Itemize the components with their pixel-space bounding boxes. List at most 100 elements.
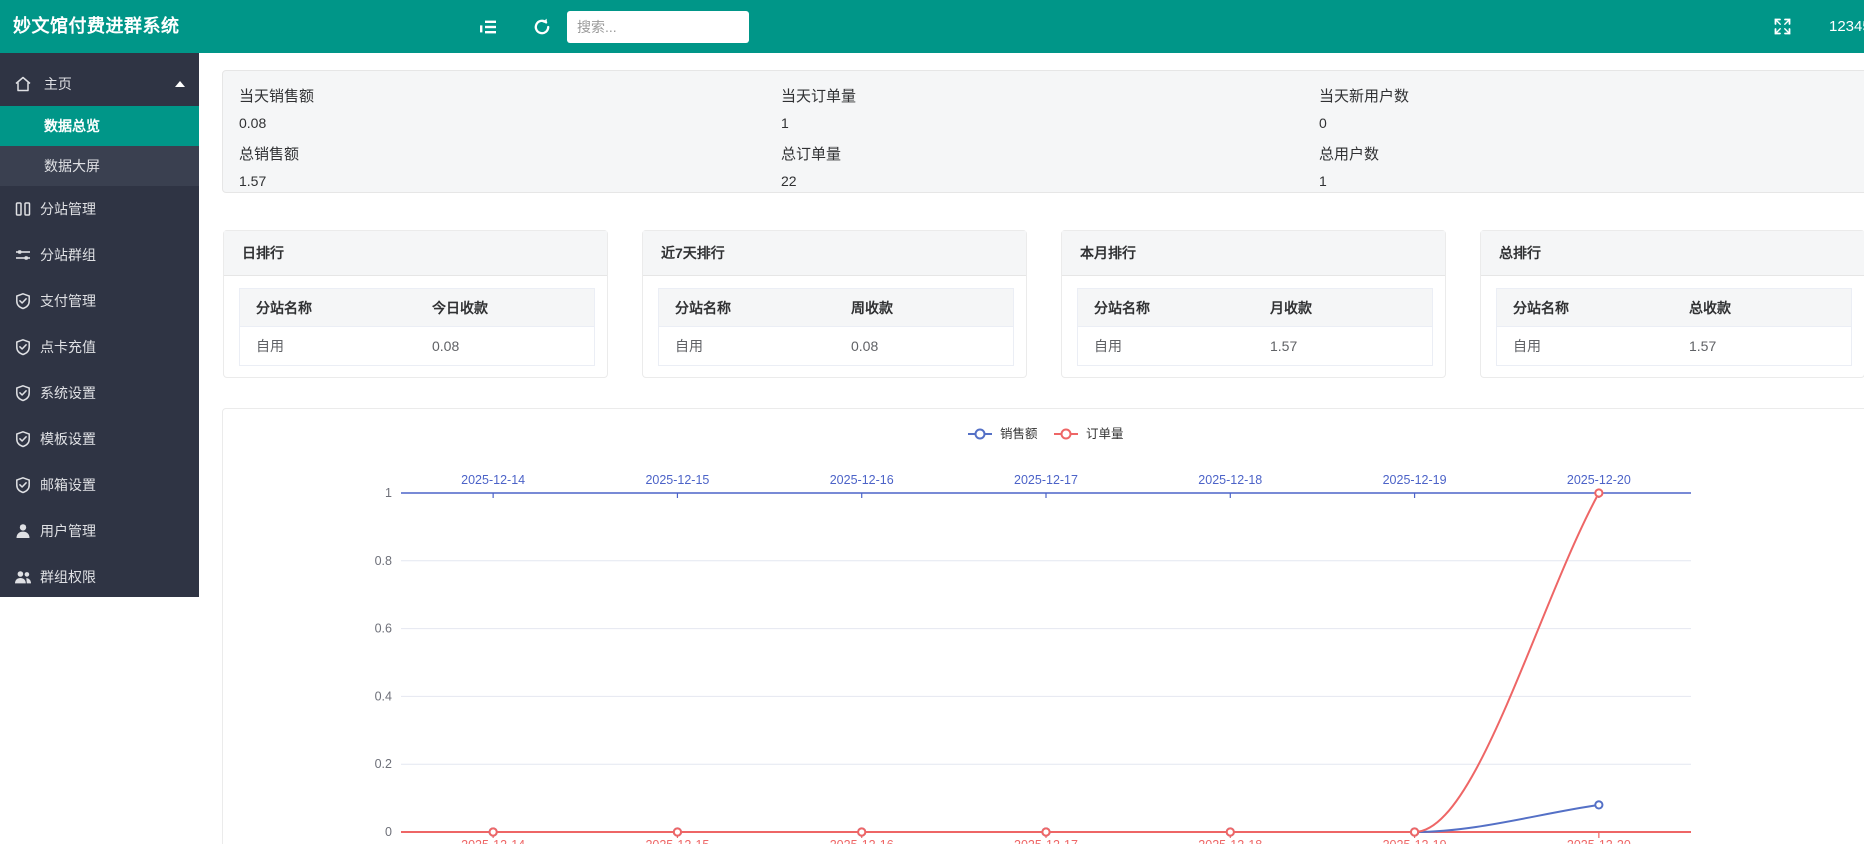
top-axis-date-label: 2025-12-20 <box>1567 473 1631 487</box>
sidebar-item[interactable]: 点卡充值 <box>0 324 199 370</box>
site-name-cell: 自用 <box>240 336 432 356</box>
top-axis-date-label: 2025-12-14 <box>461 473 525 487</box>
ranking-card-title: 日排行 <box>224 231 607 276</box>
shield-check-icon <box>14 292 32 310</box>
top-axis-date-label: 2025-12-18 <box>1198 473 1262 487</box>
stat-value: 0.08 <box>239 115 314 131</box>
sidebar-item-home[interactable]: 主页 <box>0 62 199 106</box>
ranking-card-title: 本月排行 <box>1062 231 1445 276</box>
sidebar-item-label: 群组权限 <box>40 569 96 585</box>
ranking-table-header: 分站名称月收款 <box>1078 289 1432 327</box>
ranking-table-row[interactable]: 自用0.08 <box>659 327 1013 365</box>
stat-cell: 当天销售额0.08 <box>239 85 314 131</box>
site-name-header: 分站名称 <box>659 298 851 318</box>
sidebar-item-label: 分站群组 <box>40 247 96 263</box>
stat-value: 1 <box>1319 173 1379 189</box>
sidebar-item[interactable]: 群组权限 <box>0 554 199 600</box>
stat-label: 总销售额 <box>239 143 299 164</box>
amount-cell: 0.08 <box>851 338 1013 354</box>
amount-header: 周收款 <box>851 298 1013 318</box>
stat-label: 总订单量 <box>781 143 841 164</box>
shield-check-icon <box>14 476 32 494</box>
home-icon <box>14 75 32 93</box>
stat-value: 22 <box>781 173 841 189</box>
data-point-订单量[interactable] <box>1595 489 1602 496</box>
amount-header: 月收款 <box>1270 298 1432 318</box>
stat-cell: 总订单量 22 <box>781 143 841 189</box>
sliders-icon <box>14 246 32 264</box>
sidebar-item[interactable]: 用户管理 <box>0 508 199 554</box>
amount-cell: 1.57 <box>1689 338 1851 354</box>
ranking-card: 总排行分站名称总收款自用1.57 <box>1480 230 1864 378</box>
data-point-销售额[interactable] <box>1595 801 1602 808</box>
ranking-table-row[interactable]: 自用1.57 <box>1497 327 1851 365</box>
ranking-table: 分站名称月收款自用1.57 <box>1077 288 1433 366</box>
bottom-axis-date-label: 2025-12-14 <box>461 838 525 844</box>
stat-label: 当天订单量 <box>781 85 856 106</box>
stat-cell: 当天订单量 1 <box>781 85 856 131</box>
y-axis-tick-label: 0.4 <box>375 689 392 703</box>
ranking-table-row[interactable]: 自用0.08 <box>240 327 594 365</box>
refresh-icon[interactable] <box>532 17 552 37</box>
bottom-axis-date-label: 2025-12-15 <box>645 838 709 844</box>
amount-cell: 0.08 <box>432 338 594 354</box>
top-axis-date-label: 2025-12-17 <box>1014 473 1078 487</box>
collapse-menu-icon[interactable] <box>478 17 498 37</box>
y-axis-tick-label: 1 <box>385 486 392 500</box>
sidebar-subitem-active[interactable]: 数据总览 <box>0 106 199 146</box>
y-axis-tick-label: 0 <box>385 825 392 839</box>
sidebar-item[interactable]: 支付管理 <box>0 278 199 324</box>
grid-icon <box>14 200 32 218</box>
dashboard-page: 妙文馆付费进群系统 12345 <box>0 0 1864 844</box>
bottom-axis-date-label: 2025-12-16 <box>830 838 894 844</box>
users-icon <box>14 568 32 586</box>
data-point-订单量[interactable] <box>1227 828 1234 835</box>
stat-value: 0 <box>1319 115 1409 131</box>
amount-header: 今日收款 <box>432 298 594 318</box>
data-point-订单量[interactable] <box>674 828 681 835</box>
stats-overview-panel: 当天销售额0.08当天订单量1当天新用户数0总销售额1.57总订单量22总用户数… <box>222 70 1864 193</box>
data-point-订单量[interactable] <box>490 828 497 835</box>
data-point-订单量[interactable] <box>1042 828 1049 835</box>
sidebar-item[interactable]: 分站管理 <box>0 186 199 232</box>
y-axis-tick-label: 0.6 <box>375 622 392 636</box>
legend-label[interactable]: 订单量 <box>1086 427 1124 441</box>
legend-marker-circle[interactable] <box>976 430 985 439</box>
sidebar-nav: 主页 数据总览数据大屏 分站管理分站群组支付管理点卡充值系统设置模板设置邮箱设置… <box>0 53 199 597</box>
amount-header: 总收款 <box>1689 298 1851 318</box>
sidebar-item-label: 邮箱设置 <box>40 477 96 493</box>
sidebar-items: 分站管理分站群组支付管理点卡充值系统设置模板设置邮箱设置用户管理群组权限 <box>0 186 199 600</box>
site-name-header: 分站名称 <box>1078 298 1270 318</box>
y-axis-tick-label: 0.8 <box>375 554 392 568</box>
search-input[interactable] <box>567 11 749 43</box>
ranking-card-title: 总排行 <box>1481 231 1864 276</box>
data-point-订单量[interactable] <box>1411 828 1418 835</box>
site-name-cell: 自用 <box>1078 336 1270 356</box>
series-line-订单量 <box>493 493 1599 832</box>
shield-check-icon <box>14 430 32 448</box>
stat-cell: 当天新用户数0 <box>1319 85 1409 131</box>
current-user[interactable]: 12345 <box>1829 0 1864 53</box>
ranking-table-row[interactable]: 自用1.57 <box>1078 327 1432 365</box>
ranking-card: 本月排行分站名称月收款自用1.57 <box>1061 230 1446 378</box>
amount-cell: 1.57 <box>1270 338 1432 354</box>
sidebar-submenu: 数据总览数据大屏 <box>0 106 199 186</box>
sidebar-item[interactable]: 系统设置 <box>0 370 199 416</box>
data-point-订单量[interactable] <box>858 828 865 835</box>
ranking-card: 近7天排行分站名称周收款自用0.08 <box>642 230 1027 378</box>
sales-orders-line-chart[interactable]: 00.20.40.60.812025-12-142025-12-142025-1… <box>223 409 1864 844</box>
stat-cell: 总用户数1 <box>1319 143 1379 189</box>
sidebar-item-label: 分站管理 <box>40 201 96 217</box>
legend-marker-circle[interactable] <box>1062 430 1071 439</box>
sidebar-item[interactable]: 邮箱设置 <box>0 462 199 508</box>
sidebar-item[interactable]: 模板设置 <box>0 416 199 462</box>
site-name-cell: 自用 <box>659 336 851 356</box>
ranking-table: 分站名称总收款自用1.57 <box>1496 288 1852 366</box>
ranking-table: 分站名称周收款自用0.08 <box>658 288 1014 366</box>
legend-label[interactable]: 销售额 <box>1000 426 1038 441</box>
bottom-axis-date-label: 2025-12-19 <box>1383 838 1447 844</box>
sidebar-item[interactable]: 分站群组 <box>0 232 199 278</box>
sidebar-subitem-inactive[interactable]: 数据大屏 <box>0 146 199 186</box>
stat-value: 1 <box>781 115 856 131</box>
fullscreen-icon[interactable] <box>1774 18 1794 38</box>
